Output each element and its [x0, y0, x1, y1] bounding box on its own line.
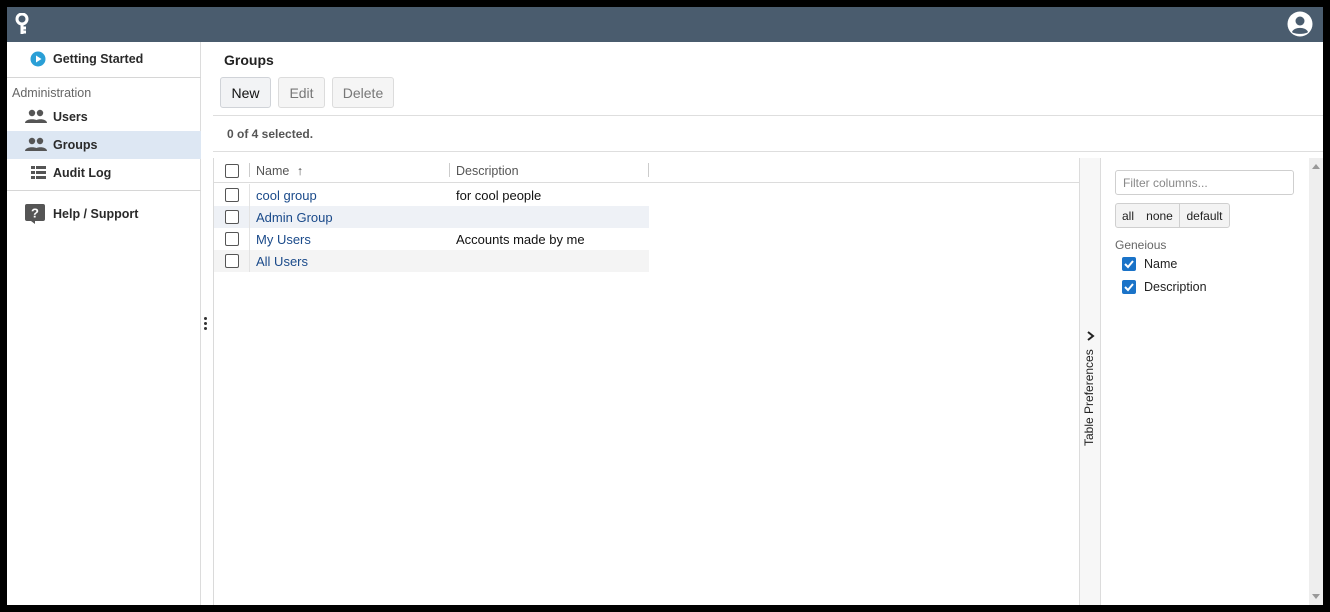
scroll-down-icon[interactable] [1312, 594, 1320, 599]
checkbox-checked[interactable] [1122, 280, 1136, 294]
main-content: Groups New Edit Delete 0 of 4 selected. … [213, 42, 1323, 605]
column-group-label: Geneious [1115, 238, 1167, 252]
list-icon [31, 166, 46, 179]
groups-table: Name ↑ Description cool group for cool p… [213, 158, 1080, 605]
svg-text:?: ? [31, 206, 39, 221]
new-button[interactable]: New [220, 77, 271, 108]
sidebar: Getting Started Administration Users Gro… [7, 42, 201, 605]
sidebar-item-label: Groups [53, 138, 98, 152]
selection-count: 0 of 4 selected. [227, 127, 314, 141]
scroll-up-icon[interactable] [1312, 164, 1320, 169]
filter-columns-input[interactable] [1115, 170, 1294, 195]
select-no-columns-button[interactable]: none [1140, 203, 1180, 228]
divider [213, 115, 1323, 116]
column-separator [249, 163, 250, 177]
groups-icon [25, 137, 47, 151]
top-bar [7, 7, 1323, 42]
column-separator [249, 228, 250, 250]
table-row[interactable]: My Users Accounts made by me [214, 228, 649, 250]
group-description: Accounts made by me [456, 232, 585, 247]
table-row[interactable]: Admin Group [214, 206, 649, 228]
users-icon [25, 109, 47, 123]
section-label-administration: Administration [12, 86, 92, 100]
row-checkbox[interactable] [225, 254, 239, 268]
app-window: Getting Started Administration Users Gro… [7, 7, 1323, 605]
group-description: for cool people [456, 188, 542, 203]
sidebar-item-getting-started[interactable]: Getting Started [7, 45, 201, 73]
sidebar-item-users[interactable]: Users [7, 103, 201, 131]
column-resize-handle[interactable] [449, 163, 450, 177]
sidebar-item-label: Getting Started [53, 52, 144, 66]
column-resize-handle[interactable] [648, 163, 649, 177]
table-preferences-toggle[interactable]: Table Preferences [1079, 158, 1101, 605]
select-all-columns-button[interactable]: all [1115, 203, 1141, 228]
edit-button[interactable]: Edit [278, 77, 325, 108]
page-title: Groups [224, 52, 274, 68]
column-header-name[interactable]: Name ↑ [256, 164, 303, 178]
column-separator [249, 250, 250, 272]
group-name-link[interactable]: My Users [256, 232, 311, 247]
table-header: Name ↑ Description [214, 158, 1080, 183]
table-row[interactable]: All Users [214, 250, 649, 272]
divider [213, 151, 1323, 152]
checkbox-checked[interactable] [1122, 257, 1136, 271]
select-all-checkbox[interactable] [225, 164, 239, 178]
group-name-link[interactable]: Admin Group [256, 210, 333, 225]
sidebar-item-label: Audit Log [53, 166, 112, 180]
divider [7, 190, 201, 191]
sidebar-item-label: Users [53, 110, 88, 124]
play-circle-icon [30, 51, 46, 67]
sidebar-item-groups[interactable]: Groups [7, 131, 201, 159]
sort-ascending-icon: ↑ [296, 164, 304, 178]
table-row[interactable]: cool group for cool people [214, 184, 649, 206]
group-name-link[interactable]: cool group [256, 188, 317, 203]
row-checkbox[interactable] [225, 188, 239, 202]
preferences-scrollbar[interactable] [1309, 158, 1323, 605]
account-icon[interactable] [1287, 11, 1313, 37]
app-logo-icon[interactable] [15, 13, 29, 35]
table-preferences-label: Table Preferences [1082, 349, 1096, 446]
row-checkbox[interactable] [225, 232, 239, 246]
row-checkbox[interactable] [225, 210, 239, 224]
divider [7, 77, 201, 78]
sidebar-item-help-support[interactable]: ? Help / Support [7, 200, 201, 228]
column-toggle-label: Description [1144, 280, 1207, 294]
sidebar-resize-handle[interactable] [204, 317, 208, 335]
column-header-description[interactable]: Description [456, 164, 519, 178]
default-columns-button[interactable]: default [1179, 203, 1230, 228]
column-separator [249, 206, 250, 228]
sidebar-item-audit-log[interactable]: Audit Log [7, 159, 201, 187]
sidebar-item-label: Help / Support [53, 207, 139, 221]
delete-button[interactable]: Delete [332, 77, 394, 108]
help-icon: ? [25, 204, 45, 224]
column-header-label: Name [256, 164, 290, 178]
table-preferences-panel: all none default Geneious Name Descripti… [1101, 158, 1309, 605]
group-name-link[interactable]: All Users [256, 254, 308, 269]
column-separator [249, 184, 250, 206]
column-toggle-label: Name [1144, 257, 1178, 271]
